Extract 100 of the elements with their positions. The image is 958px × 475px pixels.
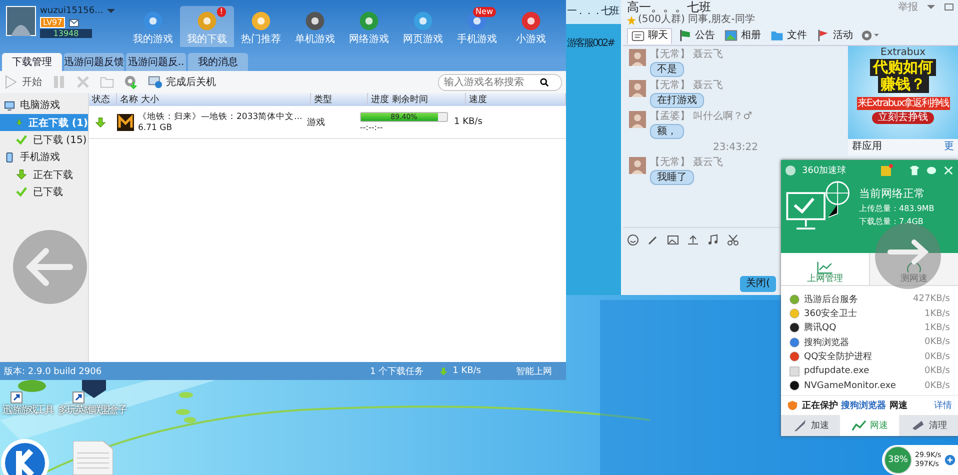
message-sender: 【无常】 聂云飞 bbox=[650, 49, 724, 61]
table-cell-text: 游戏 bbox=[307, 116, 326, 128]
tree-group-label[interactable]: 电脑游戏 bbox=[20, 98, 60, 112]
nav-item[interactable]: New 手机游戏 bbox=[450, 6, 504, 47]
line-chart-icon bbox=[851, 419, 867, 432]
tree-item[interactable]: 正在下载 bbox=[0, 166, 88, 183]
photo-icon bbox=[724, 29, 738, 42]
bottom-tab[interactable]: 网速 bbox=[840, 415, 899, 436]
gear-download-icon[interactable] bbox=[124, 75, 138, 89]
app-icon bbox=[789, 308, 800, 320]
app-speed: 0KB/s bbox=[924, 380, 950, 391]
game-size: 6.71 GB bbox=[138, 123, 174, 133]
column-header[interactable]: 名称 大小 bbox=[117, 93, 311, 106]
close-icon[interactable] bbox=[943, 164, 954, 176]
ad-cta-button[interactable]: 立刻去挣钱 bbox=[872, 112, 934, 124]
shutdown-button[interactable]: 完成后关机 bbox=[148, 75, 216, 89]
app-name: 腾讯QQ bbox=[804, 322, 838, 334]
app-name: 搜狗浏览器 bbox=[804, 336, 850, 349]
flag-icon bbox=[816, 29, 830, 42]
message-bubble: 在打游戏 bbox=[650, 93, 704, 108]
message-bubble: 我睡了 bbox=[650, 170, 694, 185]
group-tab[interactable]: 聊天 bbox=[627, 28, 672, 44]
tab[interactable]: 下载管理 bbox=[2, 53, 62, 71]
ad-tagline: 来Extrabux拿返利挣钱 bbox=[856, 97, 950, 110]
message-sender: 【无常】 聂云飞 bbox=[650, 157, 724, 169]
details-link[interactable]: 详情 bbox=[934, 398, 952, 412]
phone-icon bbox=[4, 152, 15, 162]
monitor-power-icon bbox=[148, 75, 162, 89]
section-title: 群应用 bbox=[852, 141, 882, 153]
more-link[interactable]: 更 bbox=[944, 141, 954, 153]
check-icon bbox=[16, 186, 27, 197]
ad-banner[interactable]: Extrabux 代购如何 赚钱？ 来Extrabux拿返利挣钱 立刻去挣钱 bbox=[848, 46, 958, 139]
mail-icon[interactable] bbox=[69, 18, 80, 26]
bottom-tab[interactable]: 清理 bbox=[899, 415, 958, 436]
music-icon[interactable] bbox=[707, 234, 719, 246]
emoji-icon[interactable] bbox=[627, 234, 639, 246]
ad-headline: 赚钱？ bbox=[878, 76, 928, 93]
upload-total: 上传总量：483.9MB bbox=[859, 203, 934, 214]
round-category-icon bbox=[520, 10, 542, 32]
group-tab[interactable]: 相册 bbox=[721, 28, 764, 43]
group-tab[interactable]: 文件 bbox=[767, 28, 810, 43]
table-cell-text: 1 KB/s bbox=[454, 117, 484, 127]
plus-icon[interactable] bbox=[944, 454, 956, 466]
round-category-icon bbox=[196, 10, 218, 32]
app-speed: 0KB/s bbox=[924, 337, 950, 348]
app-name: QQ安全防护进程 bbox=[804, 350, 874, 364]
ball-logo-icon bbox=[785, 164, 796, 176]
shirt-icon[interactable] bbox=[909, 164, 920, 176]
flag-icon bbox=[678, 29, 692, 42]
group-tab[interactable]: 公告 bbox=[675, 28, 718, 43]
avatar-icon[interactable] bbox=[6, 6, 36, 36]
column-header[interactable]: 速度 bbox=[466, 93, 566, 106]
message-timestamp: 23:43:22 bbox=[712, 142, 759, 154]
star-icon bbox=[627, 16, 636, 24]
download-speed: 1 KB/s bbox=[452, 366, 481, 376]
network-status: 当前网络正常 bbox=[859, 186, 926, 201]
app-name: NVGameMonitor.exe bbox=[804, 380, 897, 391]
search-field[interactable]: 输入游戏名称搜索 bbox=[438, 74, 562, 90]
column-header[interactable]: 类型 bbox=[311, 93, 368, 106]
app-icon bbox=[789, 380, 800, 392]
chat-list-item[interactable]: 一．．．七班 bbox=[566, 0, 621, 24]
chat-icon[interactable] bbox=[926, 164, 937, 176]
protection-status: 正在保护 搜狗浏览器 网速 bbox=[802, 399, 908, 412]
download-arrow-icon bbox=[16, 117, 22, 128]
time-remaining: --:--:-- bbox=[360, 123, 384, 132]
app-name: 迅游后台服务 bbox=[804, 294, 859, 306]
level-badge: LV97 bbox=[40, 17, 66, 28]
dropdown-icon[interactable] bbox=[926, 2, 936, 12]
dropdown-icon[interactable] bbox=[107, 7, 116, 15]
close-button[interactable]: 关闭( bbox=[740, 276, 776, 292]
start-button[interactable]: 开始 bbox=[4, 75, 42, 89]
tab[interactable]: 迅游问题反馈 bbox=[64, 53, 124, 71]
group-tab[interactable]: 活动 bbox=[813, 28, 856, 43]
app-icon bbox=[789, 336, 800, 348]
search-icon[interactable] bbox=[540, 78, 549, 86]
memory-ball[interactable]: 38% bbox=[884, 446, 912, 474]
tree-item[interactable]: 已下载 (15) bbox=[0, 131, 88, 148]
bottom-tab[interactable]: 加速 bbox=[781, 415, 840, 436]
image-icon[interactable] bbox=[667, 234, 679, 246]
username[interactable]: wuzui15156... bbox=[40, 6, 104, 16]
scissors-icon[interactable] bbox=[727, 234, 739, 246]
notification-badge: ! bbox=[216, 7, 226, 17]
maximize-icon[interactable] bbox=[944, 2, 954, 12]
chat-list-item[interactable]: 游客服002# bbox=[566, 34, 621, 54]
line-chart-icon bbox=[817, 261, 833, 274]
round-category-icon bbox=[250, 10, 272, 32]
nav-item[interactable]: ! 我的下载 bbox=[180, 6, 234, 47]
upload-icon[interactable] bbox=[687, 234, 699, 246]
column-header[interactable]: 状态 bbox=[89, 93, 117, 106]
round-category-icon bbox=[142, 10, 164, 32]
tree-group-label[interactable]: 手机游戏 bbox=[20, 150, 60, 164]
app-icon bbox=[789, 294, 800, 305]
tab[interactable]: 迅游问题反.. bbox=[126, 53, 186, 71]
settings-icon[interactable] bbox=[859, 29, 881, 42]
column-header[interactable]: 进度 剩余时间 bbox=[368, 93, 466, 106]
tree-item[interactable]: 已下载 bbox=[0, 183, 88, 200]
download-arrow-icon bbox=[438, 366, 448, 376]
ad-brand: Extrabux bbox=[880, 47, 926, 59]
download-arrow-icon bbox=[95, 116, 106, 128]
tab[interactable]: 我的消息 bbox=[188, 53, 248, 71]
